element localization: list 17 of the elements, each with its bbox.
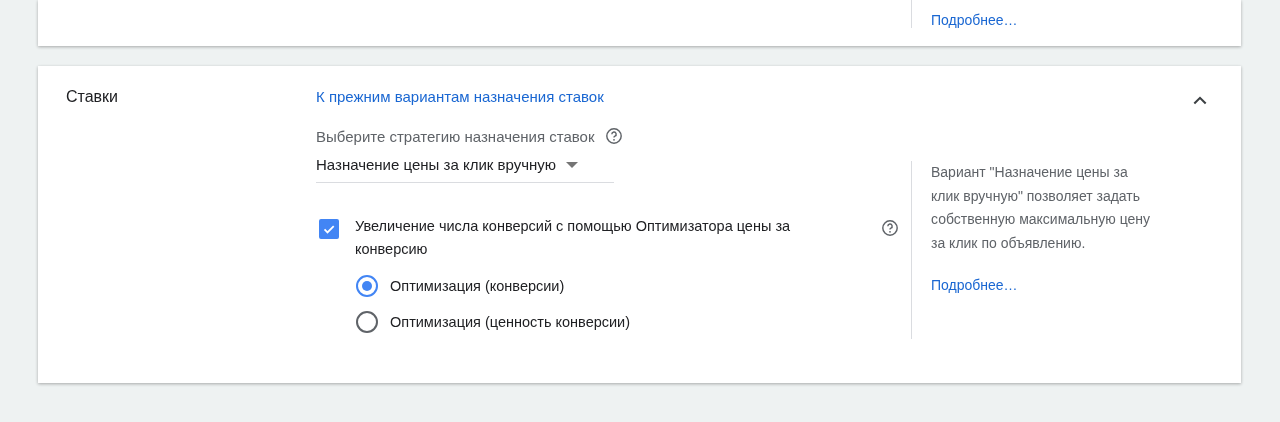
- radio-label: Оптимизация (конверсии): [390, 278, 565, 294]
- radio-label: Оптимизация (ценность конверсии): [390, 314, 631, 330]
- dropdown-arrow-icon: [566, 161, 578, 168]
- strategy-label: Выберите стратегию назначения ставок: [316, 127, 595, 145]
- radio-button[interactable]: [356, 311, 378, 333]
- checkbox-label: Увеличение числа конверсий с помощью Оптимизатора цены за конверсию: [355, 217, 792, 259]
- legacy-bidding-link[interactable]: К прежним вариантам назначения ставок: [316, 88, 911, 105]
- learn-more-link[interactable]: Подробнее…: [931, 12, 1018, 28]
- checkbox[interactable]: [319, 219, 339, 239]
- chevron-up-icon: [1193, 96, 1207, 105]
- strategy-dropdown[interactable]: Назначение цены за клик вручную: [316, 156, 614, 183]
- radio-button[interactable]: [356, 275, 378, 297]
- help-text: Вариант "Назначение цены за клик вручную" позволяет задать собственную максимальную цену за клик по объявлению.: [931, 163, 1152, 254]
- section-title: Ставки: [66, 88, 120, 107]
- help-icon[interactable]: [604, 127, 623, 145]
- help-icon[interactable]: [881, 219, 899, 237]
- learn-more-link[interactable]: Подробнее…: [931, 276, 1018, 293]
